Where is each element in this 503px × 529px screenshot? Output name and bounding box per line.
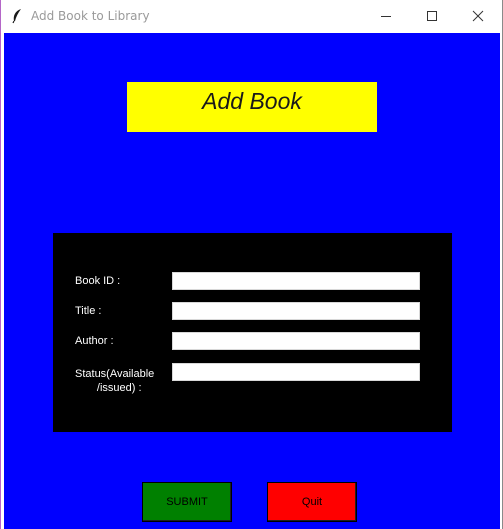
app-window: Add Book to Library Add Book Book ID : T… — [0, 0, 503, 529]
book-id-label: Book ID : — [75, 275, 121, 287]
status-input[interactable] — [172, 363, 420, 381]
book-form: Book ID : Title : Author : Status(Availa… — [53, 233, 452, 432]
title-input[interactable] — [172, 302, 420, 320]
minimize-icon — [381, 16, 391, 17]
canvas-area: Add Book Book ID : Title : Author : Stat… — [4, 33, 500, 529]
quit-button[interactable]: Quit — [267, 482, 357, 522]
close-icon — [472, 10, 484, 22]
minimize-button[interactable] — [363, 0, 409, 33]
heading-frame: Add Book — [127, 82, 377, 132]
author-input[interactable] — [172, 332, 420, 350]
author-label: Author : — [75, 335, 114, 347]
maximize-button[interactable] — [409, 0, 455, 33]
page-title: Add Book — [202, 88, 302, 114]
window-title: Add Book to Library — [31, 9, 150, 23]
title-label: Title : — [75, 305, 102, 317]
feather-icon — [11, 8, 23, 24]
submit-button[interactable]: SUBMIT — [142, 482, 232, 522]
status-label: Status(Available /issued) : — [75, 368, 155, 394]
maximize-icon — [427, 11, 437, 21]
book-id-input[interactable] — [172, 272, 420, 290]
title-bar[interactable]: Add Book to Library — [1, 0, 502, 33]
close-button[interactable] — [455, 0, 501, 33]
